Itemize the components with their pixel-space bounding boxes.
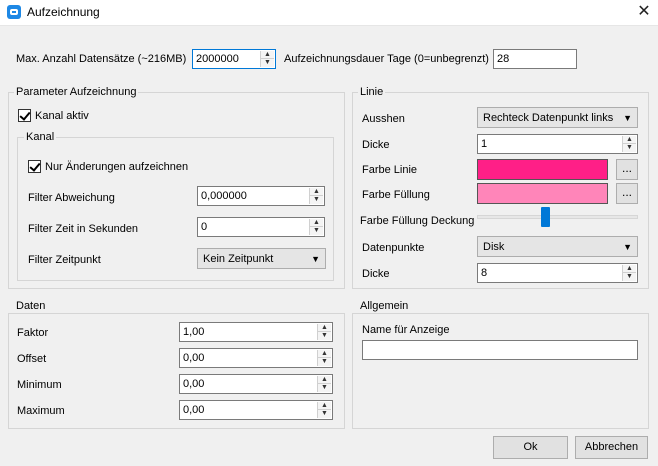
filter-deviation-label: Filter Abweichung [28,192,115,204]
appearance-select[interactable]: Rechteck Datenpunkt links ▼ [477,107,638,128]
cancel-button[interactable]: Abbrechen [575,436,648,459]
maximum-label: Maximum [17,405,65,417]
filter-timepoint-label: Filter Zeitpunkt [28,254,101,266]
chevron-down-icon: ▼ [623,242,632,252]
fill-color-label: Farbe Füllung [362,189,430,201]
spin-up-icon[interactable]: ▲ [261,51,274,59]
filter-time-spinner[interactable]: ▲ ▼ [309,219,323,235]
fill-opacity-label: Farbe Füllung Deckung [360,215,475,227]
point-thickness-spinner[interactable]: ▲ ▼ [622,265,636,281]
filter-deviation-input[interactable]: 0,000000 ▲ ▼ [197,186,325,206]
point-thickness-label: Dicke [362,268,390,280]
factor-input[interactable]: 1,00 ▲ ▼ [179,322,333,342]
filter-time-input[interactable]: 0 ▲ ▼ [197,217,325,237]
max-records-input[interactable]: 2000000 ▲ ▼ [192,49,276,69]
spin-up-icon[interactable]: ▲ [318,402,331,410]
spin-up-icon[interactable]: ▲ [310,188,323,196]
factor-spinner[interactable]: ▲ ▼ [317,324,331,340]
fill-color-picker-button[interactable]: ... [616,183,638,204]
point-thickness-input[interactable]: 8 ▲ ▼ [477,263,638,283]
max-records-spinner[interactable]: ▲ ▼ [260,51,274,67]
line-color-picker-button[interactable]: ... [616,159,638,180]
spin-up-icon[interactable]: ▲ [623,136,636,144]
group-parameter-title: Parameter Aufzeichnung [14,85,139,99]
appearance-label: Ausshen [362,113,405,125]
spin-up-icon[interactable]: ▲ [623,265,636,273]
minimum-label: Minimum [17,379,62,391]
display-name-input[interactable] [362,340,638,360]
group-linie-title: Linie [358,85,386,99]
line-color-label: Farbe Linie [362,164,418,176]
spin-down-icon[interactable]: ▼ [623,273,636,281]
spin-up-icon[interactable]: ▲ [310,219,323,227]
title-bar: Aufzeichnung ✕ [0,0,658,26]
spin-up-icon[interactable]: ▲ [318,376,331,384]
offset-input[interactable]: 0,00 ▲ ▼ [179,348,333,368]
spin-down-icon[interactable]: ▼ [318,410,331,418]
fill-opacity-track[interactable] [477,215,638,219]
group-daten-title: Daten [14,299,48,313]
spin-up-icon[interactable]: ▲ [318,350,331,358]
spin-down-icon[interactable]: ▼ [310,227,323,235]
line-color-swatch[interactable] [477,159,608,180]
spin-down-icon[interactable]: ▼ [261,59,274,67]
offset-spinner[interactable]: ▲ ▼ [317,350,331,366]
app-icon [7,5,21,19]
only-changes-label: Nur Änderungen aufzeichnen [45,161,189,173]
spin-down-icon[interactable]: ▼ [623,144,636,152]
minimum-spinner[interactable]: ▲ ▼ [317,376,331,392]
datapoints-label: Datenpunkte [362,242,425,254]
spin-up-icon[interactable]: ▲ [318,324,331,332]
datapoints-select[interactable]: Disk ▼ [477,236,638,257]
line-thickness-input[interactable]: 1 ▲ ▼ [477,134,638,154]
spin-down-icon[interactable]: ▼ [318,332,331,340]
group-allgemein-title: Allgemein [358,299,411,313]
spin-down-icon[interactable]: ▼ [310,196,323,204]
close-icon[interactable]: ✕ [630,0,658,26]
only-changes-checkbox[interactable] [28,160,41,173]
window-title: Aufzeichnung [27,5,100,19]
max-records-label: Max. Anzahl Datensätze (~216MB) [16,53,187,65]
offset-label: Offset [17,353,47,365]
maximum-spinner[interactable]: ▲ ▼ [317,402,331,418]
fill-color-swatch[interactable] [477,183,608,204]
channel-active-checkbox[interactable] [18,109,31,122]
chevron-down-icon: ▼ [623,113,632,123]
duration-label: Aufzeichnungsdauer Tage (0=unbegrenzt) [284,53,489,65]
line-thickness-spinner[interactable]: ▲ ▼ [622,136,636,152]
filter-deviation-spinner[interactable]: ▲ ▼ [309,188,323,204]
group-kanal-title: Kanal [24,130,57,144]
display-name-label: Name für Anzeige [362,324,450,336]
duration-input[interactable]: 28 [493,49,577,69]
chevron-down-icon: ▼ [311,254,320,264]
ok-button[interactable]: Ok [493,436,568,459]
fill-opacity-slider-handle[interactable] [541,207,550,227]
channel-active-label: Kanal aktiv [35,110,89,122]
minimum-input[interactable]: 0,00 ▲ ▼ [179,374,333,394]
filter-timepoint-select[interactable]: Kein Zeitpunkt ▼ [197,248,326,269]
maximum-input[interactable]: 0,00 ▲ ▼ [179,400,333,420]
factor-label: Faktor [17,327,49,339]
filter-time-label: Filter Zeit in Sekunden [28,223,139,235]
spin-down-icon[interactable]: ▼ [318,358,331,366]
line-thickness-label: Dicke [362,139,390,151]
spin-down-icon[interactable]: ▼ [318,384,331,392]
